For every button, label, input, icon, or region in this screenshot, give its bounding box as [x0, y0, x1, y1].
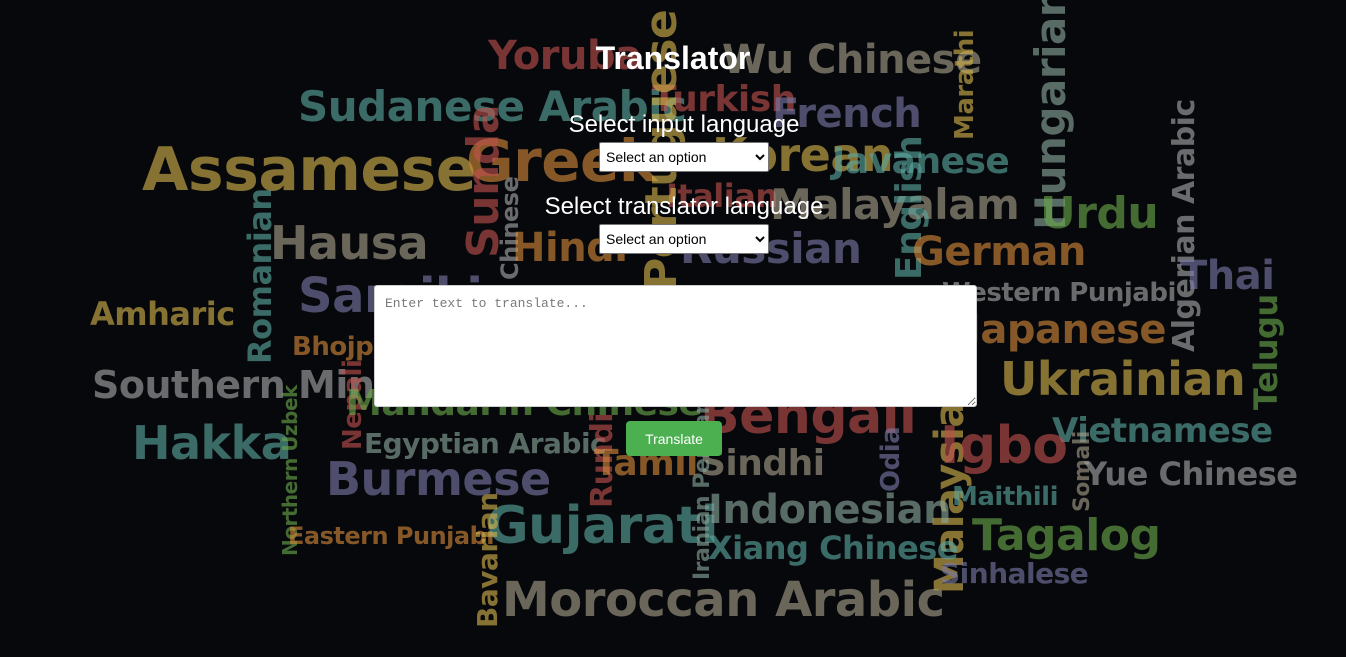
background-word: Vietnamese	[1052, 411, 1273, 451]
background-word: Maithili	[952, 482, 1059, 512]
background-word: Northern Uzbek	[278, 385, 302, 556]
background-word: Eastern Punjabi	[288, 522, 495, 550]
background-word: Sinhalese	[940, 557, 1089, 590]
background-word: Hausa	[270, 216, 429, 270]
background-word: German	[912, 229, 1086, 275]
background-word: Southern Min	[92, 363, 375, 407]
background-word: Nepali	[338, 359, 368, 450]
background-word: Gujarati	[486, 496, 719, 556]
page-title: Translator	[595, 40, 751, 76]
background-word: Telugu	[1247, 294, 1285, 410]
background-word: Tagalog	[972, 510, 1161, 561]
background-word: Bavarian	[471, 492, 504, 628]
source-text-input[interactable]	[374, 285, 977, 407]
background-word: Western Punjabi	[942, 278, 1176, 308]
target-language-select[interactable]: Select an option	[599, 224, 769, 254]
input-language-label: Select input language	[568, 111, 800, 138]
background-word: Indonesian	[708, 487, 952, 533]
background-word: Amharic	[90, 295, 235, 333]
input-language-select[interactable]: Select an option	[599, 142, 769, 172]
background-word: Igbo	[940, 416, 1068, 476]
background-word: Burmese	[326, 452, 551, 506]
background-word: Assamese	[142, 135, 476, 205]
background-word: Rundi	[585, 412, 620, 508]
translator-page: Yoruba Wu Chinese Sudanese Arabic Turkish Fr…	[0, 0, 1346, 657]
background-word: Ukrainian	[1000, 352, 1246, 406]
background-word: Yue Chinese	[1084, 455, 1298, 493]
background-word: Hakka	[132, 416, 292, 470]
background-word: Egyptian Arabic	[364, 427, 607, 460]
background-word: Japanese	[966, 307, 1167, 353]
background-word: Xiang Chinese	[708, 529, 959, 567]
target-language-label: Select translator language	[544, 193, 824, 220]
background-word: Thai	[1180, 253, 1275, 299]
background-word: Somali	[1070, 431, 1095, 512]
background-word: Moroccan Arabic	[502, 572, 945, 628]
translate-button[interactable]: Translate	[626, 421, 722, 456]
background-word: Odia	[876, 426, 906, 492]
background-word: Javanese	[832, 141, 1010, 182]
